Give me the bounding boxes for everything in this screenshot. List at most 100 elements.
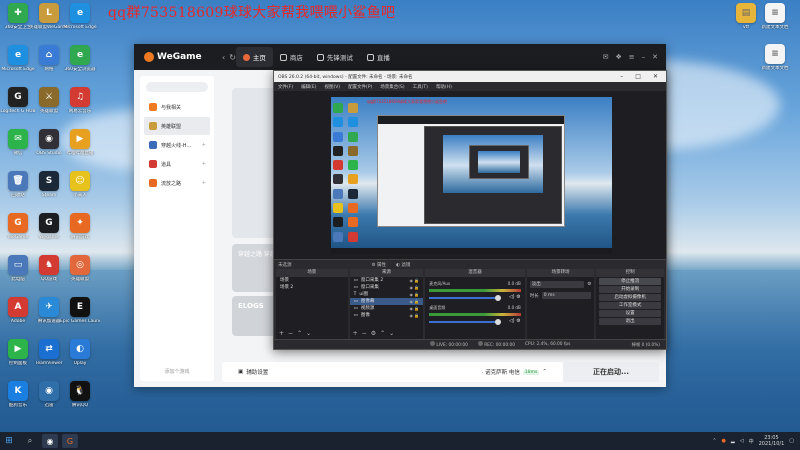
filters-button[interactable]: ◐ 滤镜	[396, 262, 410, 268]
desktop-icon[interactable]: ▶ 哔哩哔哩直播	[60, 129, 100, 156]
tab-live[interactable]: 直播	[360, 47, 397, 67]
desktop-icon[interactable]: ♫ 网易云音乐	[60, 87, 100, 114]
eye-icon[interactable]: ◉ 🔒	[409, 312, 419, 319]
sidebar-item[interactable]: 穿越火线-H... +	[144, 136, 210, 154]
desktop-icon[interactable]: ≡ 新建文本文档	[755, 44, 795, 71]
menu-item[interactable]: 场景集合(S)	[380, 84, 404, 90]
desktop-icon[interactable]: ◐ Uplay	[60, 339, 100, 366]
refresh-icon[interactable]: ↻	[229, 53, 236, 62]
volume-slider[interactable]: ◁) ⚙	[429, 294, 521, 301]
mute-icon[interactable]: ◁) ⚙	[509, 318, 521, 324]
control-button[interactable]: 工作室模式	[599, 302, 661, 309]
menu-item[interactable]: 视图(V)	[324, 84, 340, 90]
add-icon[interactable]: +	[202, 161, 206, 167]
menu-item[interactable]: 配置文件(P)	[348, 84, 372, 90]
down-icon[interactable]: ⌄	[306, 330, 311, 337]
maximize-icon[interactable]: □	[635, 73, 641, 80]
back-icon[interactable]: ‹	[222, 53, 225, 62]
desktop-icon[interactable]: 🐧 腾讯QQ	[60, 381, 100, 408]
minimize-icon[interactable]: –	[642, 53, 646, 61]
add-game-link[interactable]: 添加个游戏	[140, 368, 214, 375]
clock[interactable]: 23:05 2021/10/1	[759, 435, 785, 447]
source-item[interactable]: ▭ 图像 ◉ 🔒	[350, 312, 424, 319]
eye-icon[interactable]: ◉ 🔒	[409, 291, 419, 298]
down-icon[interactable]: ⌄	[389, 330, 394, 337]
add-icon[interactable]: +	[353, 330, 358, 337]
mute-icon[interactable]: ◁) ⚙	[509, 294, 521, 300]
tab-store[interactable]: 商店	[273, 47, 310, 67]
control-button[interactable]: 停止推流	[599, 278, 661, 285]
tab-beta[interactable]: 先锋测试	[310, 47, 360, 67]
gear-icon[interactable]: ⚙	[587, 282, 591, 287]
obs-preview[interactable]: qq群753518609球球大家帮我喂喂小鲨鱼吧	[331, 97, 612, 254]
input-language[interactable]: 中	[749, 438, 754, 445]
desktop-icon[interactable]: e Microsoft Edge	[60, 3, 100, 30]
control-button[interactable]: 开始录制	[599, 286, 661, 293]
duration-input[interactable]: 0 ms	[541, 292, 592, 299]
eye-icon[interactable]: ◉ 🔒	[409, 284, 419, 291]
menu-item[interactable]: 文件(F)	[278, 84, 293, 90]
desktop-icon[interactable]: e 360安全浏览器	[60, 45, 100, 72]
add-icon[interactable]: +	[279, 330, 284, 337]
up-icon[interactable]: ⌃	[297, 330, 302, 337]
desktop-icon[interactable]: ≡ 新建文本文档	[755, 3, 795, 30]
close-icon[interactable]: ✕	[653, 73, 658, 80]
sidebar-search[interactable]	[146, 82, 208, 92]
notification-icon[interactable]: ▢	[789, 438, 794, 444]
control-button[interactable]: 设置	[599, 310, 661, 317]
gift-icon[interactable]: ❖	[615, 53, 621, 61]
volume-icon[interactable]: ◁	[740, 438, 744, 444]
start-button[interactable]: ⊞	[0, 432, 18, 450]
source-item[interactable]: ▭ 图像幕 ◉ 🔒	[349, 298, 424, 305]
menu-item[interactable]: 帮助(H)	[436, 84, 452, 90]
source-item[interactable]: Tui图 ◉ 🔒	[350, 291, 424, 298]
close-icon[interactable]: ✕	[652, 53, 658, 61]
source-item[interactable]: ▭ 窗口采集 ◉ 🔒	[350, 284, 424, 291]
taskbar-wegame[interactable]: G	[62, 434, 78, 448]
launch-button[interactable]: 正在启动...	[563, 362, 659, 382]
source-item[interactable]: ▭ 窗口采集 2 ◉ 🔒	[350, 277, 424, 284]
gear-icon[interactable]: ⚙	[371, 330, 376, 337]
tab-home[interactable]: 主页	[235, 47, 273, 67]
message-icon[interactable]: ✉	[603, 53, 609, 61]
aux-settings[interactable]: ▣ 辅助设置	[238, 368, 268, 376]
sidebar-item[interactable]: 与我相关	[144, 98, 210, 116]
sidebar-item[interactable]: 流放之路 +	[144, 174, 210, 192]
up-icon[interactable]: ⌃	[380, 330, 385, 337]
menu-item[interactable]: 编辑(E)	[301, 84, 316, 90]
wegame-logo[interactable]: WeGame	[144, 52, 216, 62]
desktop-icon[interactable]: ◎ 英雄联盟	[60, 255, 100, 282]
desktop-icon[interactable]: ✦ 腾讯游戏	[60, 213, 100, 240]
source-item[interactable]: ▭ 视频源 ◉ 🔒	[350, 305, 424, 312]
eye-icon[interactable]: ◉ 🔒	[409, 277, 419, 284]
network-icon[interactable]: ▂	[731, 438, 735, 444]
taskbar-obs[interactable]: ◉	[42, 434, 58, 448]
sidebar-item[interactable]: 英雄联盟	[144, 117, 210, 135]
desktop-icon[interactable]: ☺ 小黄人	[60, 171, 100, 198]
chevron-up-icon[interactable]: ⌃	[712, 438, 716, 444]
mini-desktop-icon	[347, 131, 358, 142]
slider-handle[interactable]	[495, 295, 502, 301]
transition-select[interactable]: 淡出	[529, 281, 585, 288]
eye-icon[interactable]: ◉ 🔒	[409, 298, 419, 305]
eye-icon[interactable]: ◉ 🔒	[409, 305, 419, 312]
menu-icon[interactable]: ≡	[629, 53, 635, 61]
add-icon[interactable]: +	[202, 142, 206, 148]
server-select[interactable]: · 诺克萨斯 电信 18ms ⌃	[482, 368, 547, 376]
properties-button[interactable]: ⚙ 属性	[372, 262, 386, 268]
search-icon[interactable]: ⌕	[22, 434, 38, 448]
sidebar-item[interactable]: 道具 +	[144, 155, 210, 173]
remove-icon[interactable]: −	[288, 330, 293, 337]
minimize-icon[interactable]: –	[620, 73, 623, 80]
scene-item[interactable]: 场景 2	[276, 284, 348, 291]
slider-handle[interactable]	[495, 319, 502, 325]
scene-item[interactable]: 场景	[276, 277, 348, 284]
control-button[interactable]: 退出	[599, 318, 661, 325]
wegame-tray-icon[interactable]: ●	[722, 438, 726, 444]
add-icon[interactable]: +	[202, 180, 206, 186]
volume-slider[interactable]: ◁) ⚙	[429, 318, 521, 325]
menu-item[interactable]: 工具(T)	[413, 84, 428, 90]
control-button[interactable]: 启动虚拟摄像机	[599, 294, 661, 301]
remove-icon[interactable]: −	[362, 330, 367, 337]
desktop-icon[interactable]: E Epic Games Launcher	[60, 297, 100, 324]
